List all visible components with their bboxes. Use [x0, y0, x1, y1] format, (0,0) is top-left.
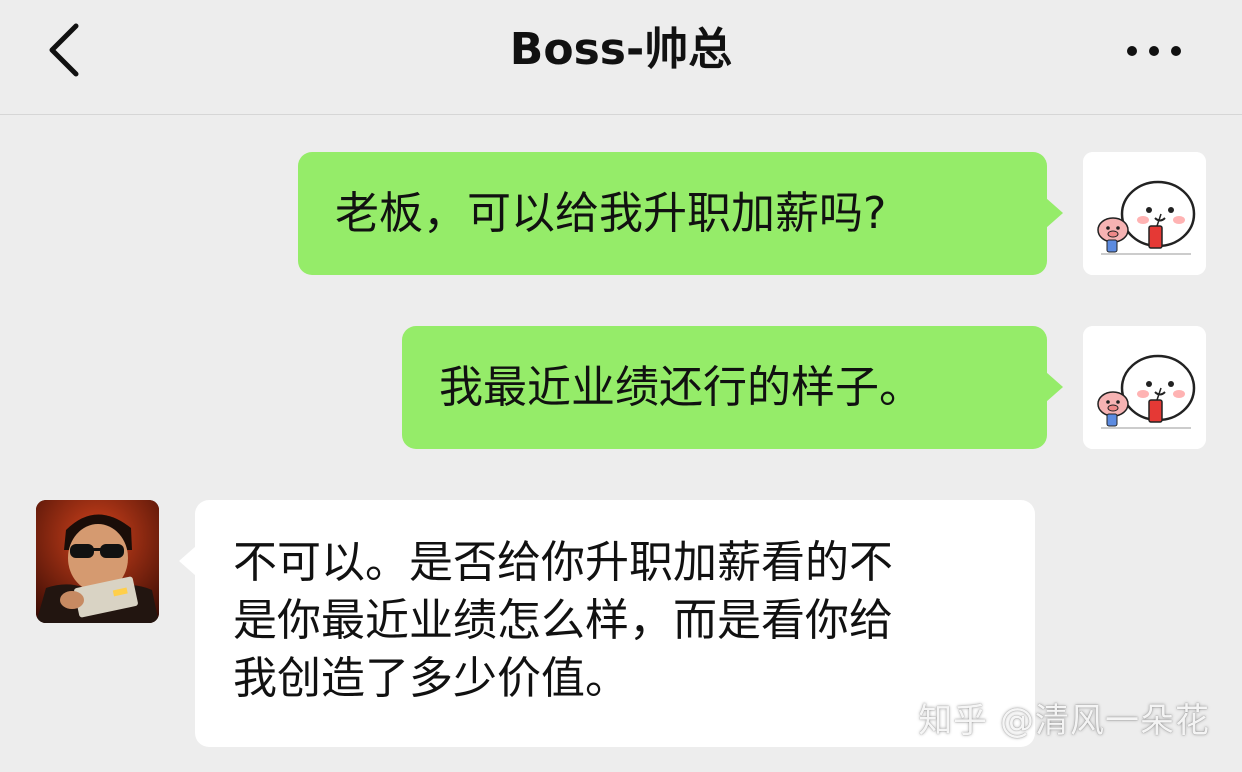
cute-bun-sticker-icon	[1083, 152, 1206, 275]
cute-bun-sticker-icon	[1083, 326, 1206, 449]
message-bubble-incoming[interactable]: 不可以。是否给你升职加薪看的不 是你最近业绩怎么样，而是看你给 我创造了多少价值…	[179, 500, 1035, 747]
more-dots-icon	[1127, 46, 1181, 56]
user-avatar[interactable]	[1083, 152, 1206, 275]
message-text-line: 不可以。是否给你升职加薪看的不	[233, 537, 893, 588]
contact-avatar[interactable]	[36, 500, 159, 623]
chat-title: Boss-帅总	[509, 24, 733, 75]
message-bubble-outgoing[interactable]: 老板，可以给我升职加薪吗?	[298, 152, 1063, 275]
bubble-tail	[179, 546, 196, 576]
chat-header: Boss-帅总	[0, 0, 1242, 115]
watermark: 知乎 @清风一朵花	[918, 701, 1210, 741]
more-options-button[interactable]	[1124, 36, 1184, 66]
message-text-line: 是你最近业绩怎么样，而是看你给	[233, 595, 893, 646]
message-text: 老板，可以给我升职加薪吗?	[335, 187, 887, 239]
message-bubble-outgoing[interactable]: 我最近业绩还行的样子。	[402, 326, 1063, 449]
man-in-sunglasses-photo-icon	[36, 500, 159, 623]
bubble-tail	[1046, 198, 1063, 228]
user-avatar[interactable]	[1083, 326, 1206, 449]
message-list: 老板，可以给我升职加薪吗? 我最近业绩还行的样子。 不可以。是否给你升职加薪看的…	[0, 115, 1242, 772]
message-text-line: 我创造了多少价值。	[233, 653, 629, 704]
message-text: 我最近业绩还行的样子。	[439, 361, 923, 413]
bubble-tail	[1046, 372, 1063, 402]
